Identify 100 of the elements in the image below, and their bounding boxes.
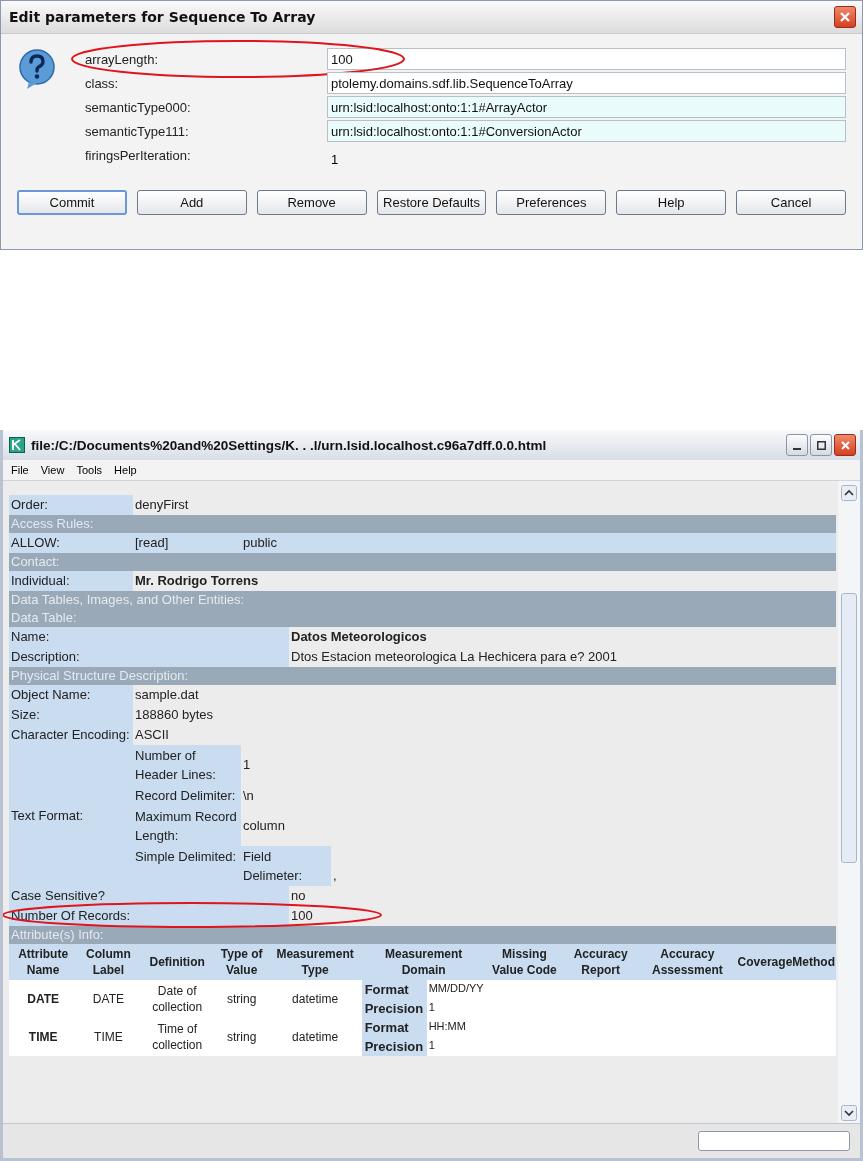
parameter-field[interactable]: urn:lsid:localhost:onto:1:1#ArrayActor — [327, 96, 846, 118]
menu-item[interactable]: Tools — [76, 464, 103, 476]
field-value: , — [332, 867, 338, 885]
column-header: Type of Value — [214, 944, 269, 980]
minimize-button[interactable] — [786, 434, 808, 456]
column-header: CoverageMethod — [736, 944, 836, 980]
field-value: [read] — [134, 534, 170, 552]
column-header: Accuracy Assessment — [638, 944, 737, 980]
column-header: Definition — [139, 944, 215, 980]
domain-value: 1 — [427, 1000, 435, 1015]
table-cell: TIME — [77, 1018, 140, 1056]
parameter-label: semanticType000: — [85, 99, 192, 115]
dialog-button[interactable]: Remove — [256, 190, 367, 215]
field-value: 1 — [242, 756, 252, 774]
field-label: Character Encoding: — [9, 725, 133, 745]
app-logo-icon — [9, 437, 25, 453]
minimize-icon — [793, 448, 801, 450]
domain-label: Precision — [361, 1037, 427, 1056]
field-value: column — [242, 817, 286, 835]
domain-value: MM/DD/YY — [427, 981, 484, 996]
field-value: no — [290, 887, 307, 905]
field-value: denyFirst — [134, 496, 190, 514]
close-button[interactable] — [834, 434, 856, 456]
maximize-icon — [816, 440, 826, 450]
close-icon — [839, 11, 851, 23]
domain-label: Format — [361, 1018, 427, 1037]
field-label: Field Delimeter: — [241, 846, 331, 886]
field-label: Record Delimiter: — [133, 785, 241, 806]
section-header: Physical Structure Description: — [9, 667, 836, 685]
field-label: Number Of Records: — [9, 906, 289, 926]
parameter-label: semanticType111: — [85, 123, 190, 139]
domain-label: Precision — [361, 999, 427, 1018]
table-cell: string — [214, 980, 269, 1018]
parameter-field[interactable]: ptolemy.domains.sdf.lib.SequenceToArray — [327, 72, 846, 94]
column-header: Missing Value Code — [485, 944, 564, 980]
column-header: Attribute Name — [9, 944, 78, 980]
domain-value: HH:MM — [427, 1019, 466, 1034]
scrollbar-thumb[interactable] — [841, 593, 857, 863]
field-label: Size: — [9, 705, 133, 725]
section-header: Attribute(s) Info: — [9, 926, 836, 944]
table-cell: Date of collection — [139, 980, 215, 1018]
table-cell: datetime — [268, 1018, 362, 1056]
window-title: Edit parameters for Sequence To Array — [9, 9, 316, 25]
dialog-button[interactable]: Add — [136, 190, 247, 215]
field-label: Number of Header Lines: — [133, 745, 241, 785]
vertical-scrollbar[interactable] — [838, 481, 860, 1123]
field-label: Name: — [9, 627, 289, 647]
field-label: Maximum Record Length: — [133, 806, 241, 846]
table-cell: datetime — [268, 980, 362, 1018]
table-cell: TIME — [9, 1018, 78, 1056]
close-button[interactable] — [834, 6, 856, 28]
parameter-label: class: — [85, 75, 120, 91]
table-cell: string — [214, 1018, 269, 1056]
menu-item[interactable]: View — [40, 464, 65, 476]
dialog-button[interactable]: Restore Defaults — [376, 190, 487, 215]
field-label: Text Format: — [9, 745, 133, 886]
field-label: Description: — [9, 647, 289, 667]
field-label: Object Name: — [9, 685, 133, 705]
section-header: Access Rules: — [9, 515, 836, 533]
parameter-field[interactable]: urn:lsid:localhost:onto:1:1#ConversionActor — [327, 120, 846, 142]
section-header: Data Tables, Images, and Other Entities: — [9, 591, 836, 609]
question-icon — [17, 48, 57, 90]
close-icon — [840, 440, 850, 450]
dialog-button[interactable]: Commit — [17, 190, 127, 215]
scroll-up-icon[interactable] — [841, 485, 857, 501]
maximize-button[interactable] — [810, 434, 832, 456]
domain-value: 1 — [427, 1038, 435, 1053]
menu-item[interactable]: Help — [114, 464, 137, 476]
table-cell: DATE — [77, 980, 140, 1018]
field-label: Individual: — [9, 571, 133, 591]
field-value: ASCII — [134, 726, 170, 744]
field-value: 100 — [290, 907, 314, 925]
table-cell: Time of collection — [139, 1018, 215, 1056]
column-header: Measurement Type — [268, 944, 362, 980]
field-label: Simple Delimited: — [133, 846, 241, 886]
field-label: Case Sensitive? — [9, 886, 289, 906]
column-header: Column Label — [77, 944, 140, 980]
field-label: Order: — [9, 495, 133, 515]
scroll-down-icon[interactable] — [841, 1105, 857, 1121]
field-value: sample.dat — [134, 686, 200, 704]
column-header: Measurement Domain — [361, 944, 486, 980]
parameter-label: firingsPerIteration: — [85, 147, 192, 163]
table-cell: DATE — [9, 980, 78, 1018]
field-value: public — [242, 534, 278, 552]
field-value: Datos Meteorologicos — [290, 628, 428, 646]
field-value: Dtos Estacion meteorologica La Hechicera para e? 2001 — [290, 648, 618, 666]
parameter-field[interactable]: 100 — [327, 48, 846, 70]
section-header: Contact: — [9, 553, 836, 571]
dialog-button[interactable]: Preferences — [496, 190, 607, 215]
parameter-label: arrayLength: — [85, 51, 159, 67]
field-value: 188860 bytes — [134, 706, 215, 724]
field-value: \n — [242, 786, 255, 805]
window-title: file:/C:/Documents%20and%20Settings/K. . .l/urn.lsid.localhost.c96a7dff.0.0.html — [31, 437, 548, 453]
parameter-value: 1 — [330, 150, 340, 167]
field-value: Mr. Rodrigo Torrens — [134, 572, 260, 590]
menu-item[interactable]: File — [11, 464, 29, 476]
column-header: Accuracy Report — [563, 944, 639, 980]
section-header: Data Table: — [9, 609, 836, 627]
dialog-button[interactable]: Help — [616, 190, 727, 215]
dialog-button[interactable]: Cancel — [736, 190, 846, 215]
